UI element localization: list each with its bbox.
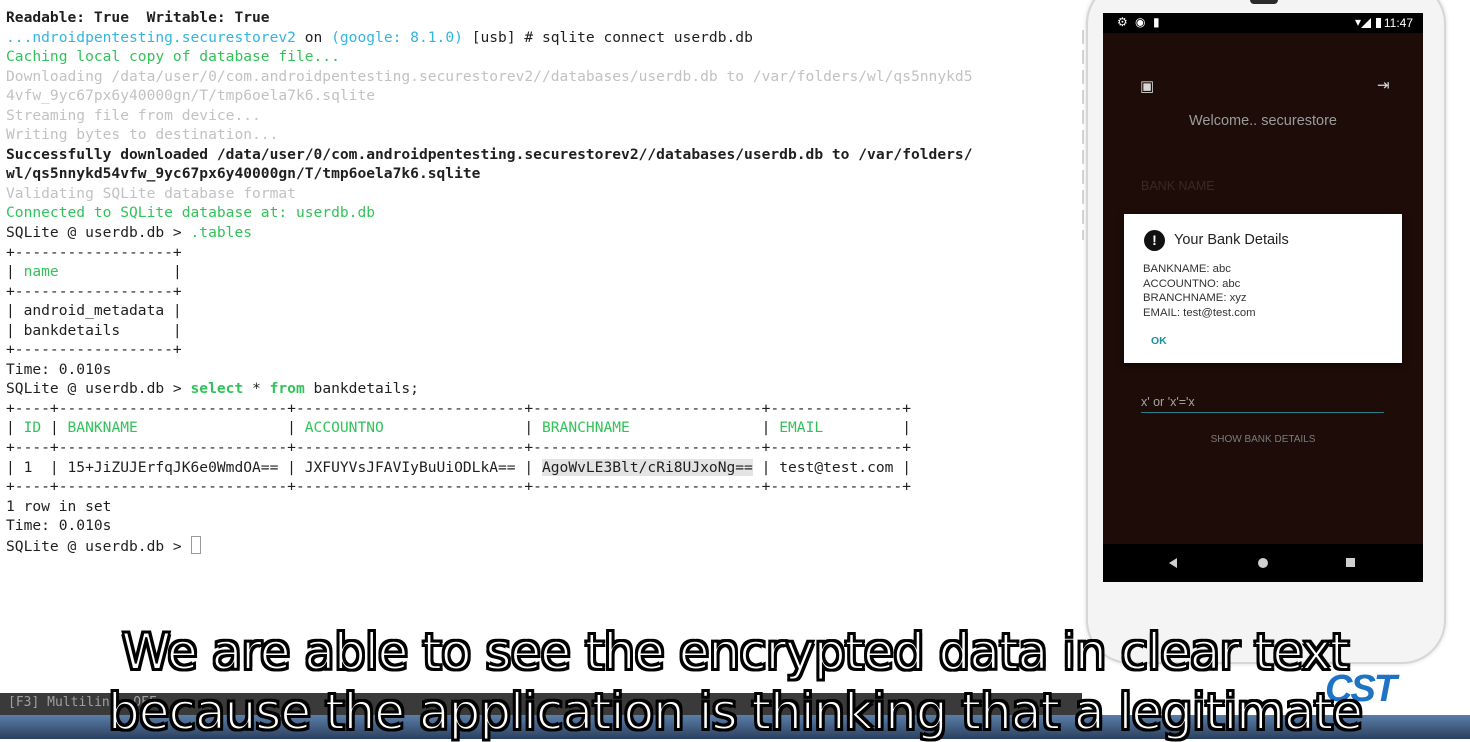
alert-icon: ! <box>1144 230 1165 251</box>
terminal-line: SQLite @ userdb.db > select * from bankd… <box>6 380 419 398</box>
query-input[interactable]: x' or 'x'='x <box>1141 395 1384 413</box>
dialog-body: BANKNAME: abc ACCOUNTNO: abc BRANCHNAME:… <box>1143 262 1256 320</box>
table-border: +----+--------------------------+-------… <box>6 439 911 457</box>
signal-icon <box>1361 18 1371 28</box>
table-row: | android_metadata | <box>6 302 182 320</box>
subtitle-line: because the application is thinking that… <box>107 682 1364 742</box>
table-header: | name | <box>6 263 182 281</box>
terminal-line: Caching local copy of database file... <box>6 48 340 66</box>
dialog-line: BRANCHNAME: xyz <box>1143 292 1247 305</box>
terminal-prompt[interactable]: SQLite @ userdb.db > <box>6 535 972 556</box>
dialog-line: BANKNAME: abc <box>1143 263 1231 275</box>
table-row: | bankdetails | <box>6 321 182 339</box>
dialog-title: Your Bank Details <box>1174 232 1289 248</box>
settings-icon: ⚙ <box>1117 15 1128 29</box>
android-status-bar: ⚙ ◉ ▮ ▾ 11:47 <box>1103 13 1423 33</box>
terminal-line: Time: 0.010s <box>6 517 112 535</box>
bank-details-dialog: ! Your Bank Details BANKNAME: abc ACCOUN… <box>1124 214 1402 363</box>
subtitle-line: We are able to see the encrypted data in… <box>120 622 1350 682</box>
logout-icon[interactable]: ⇥ <box>1377 76 1390 94</box>
profile-icon[interactable]: ▣ <box>1140 77 1154 95</box>
table-border: +----+--------------------------+-------… <box>6 478 911 496</box>
table-row: | 1 | 15+JiZUJErfqJK6e0WmdOA== | JXFUYVs… <box>6 458 911 476</box>
back-icon[interactable] <box>1169 558 1177 568</box>
terminal-line: 4vfw_9yc67px6y40000gn/T/tmp6oela7k6.sqli… <box>6 87 376 105</box>
terminal-scrollbar[interactable] <box>1082 30 1084 240</box>
prompt-text: SQLite @ userdb.db > <box>6 537 191 555</box>
prompt-device: (google: 8.1.0) <box>331 28 463 46</box>
recents-icon[interactable] <box>1346 558 1355 567</box>
android-nav-bar <box>1103 544 1423 582</box>
terminal-line: Time: 0.010s <box>6 360 112 378</box>
battery-icon <box>1376 18 1381 28</box>
video-subtitle: We are able to see the encrypted data in… <box>0 622 1470 742</box>
terminal-output: Readable: True Writable: True ...ndroidp… <box>6 8 972 555</box>
terminal-line: Connected to SQLite database at: userdb.… <box>6 204 376 222</box>
terminal-line: Validating SQLite database format <box>6 184 296 202</box>
prompt-app: ...ndroidpentesting.securestorev2 <box>6 28 296 46</box>
terminal-line: ...ndroidpentesting.securestorev2 on (go… <box>6 28 753 46</box>
table-border: +------------------+ <box>6 282 182 300</box>
terminal-line: Streaming file from device... <box>6 106 261 124</box>
sd-card-icon: ▮ <box>1153 15 1160 29</box>
circle-icon: ◉ <box>1135 15 1146 29</box>
android-screen[interactable]: ⚙ ◉ ▮ ▾ 11:47 ▣ ⇥ Welcome.. securestore … <box>1103 13 1423 582</box>
home-icon[interactable] <box>1258 558 1268 568</box>
terminal-line: Readable: True Writable: True <box>6 9 270 26</box>
dialog-line: ACCOUNTNO: abc <box>1143 277 1241 290</box>
terminal-line: wl/qs5nnykd54vfw_9yc67px6y40000gn/T/tmp6… <box>6 165 481 183</box>
terminal-line: Writing bytes to destination... <box>6 126 279 144</box>
terminal-line: 1 row in set <box>6 497 112 515</box>
status-clock: 11:47 <box>1383 16 1413 30</box>
dialog-line: EMAIL: test@test.com <box>1143 306 1256 319</box>
table-border: +------------------+ <box>6 243 182 261</box>
table-border: +------------------+ <box>6 341 182 359</box>
phone-speaker <box>1250 0 1278 4</box>
bank-name-input[interactable]: BANK NAME <box>1141 179 1215 193</box>
terminal-line: Downloading /data/user/0/com.androidpent… <box>6 67 973 85</box>
welcome-text: Welcome.. securestore <box>1188 113 1337 129</box>
table-border: +----+--------------------------+-------… <box>6 399 911 417</box>
cursor <box>190 535 201 554</box>
terminal-window[interactable]: Readable: True Writable: True ...ndroidp… <box>0 0 1088 693</box>
table-header: | ID | BANKNAME | ACCOUNTNO | BRANCHNAME… <box>6 419 912 437</box>
show-bank-details-button[interactable]: SHOW BANK DETAILS <box>1103 434 1423 445</box>
ok-button[interactable]: OK <box>1151 335 1167 347</box>
terminal-line: Successfully downloaded /data/user/0/com… <box>6 145 973 163</box>
terminal-line: SQLite @ userdb.db > .tables <box>6 224 253 242</box>
